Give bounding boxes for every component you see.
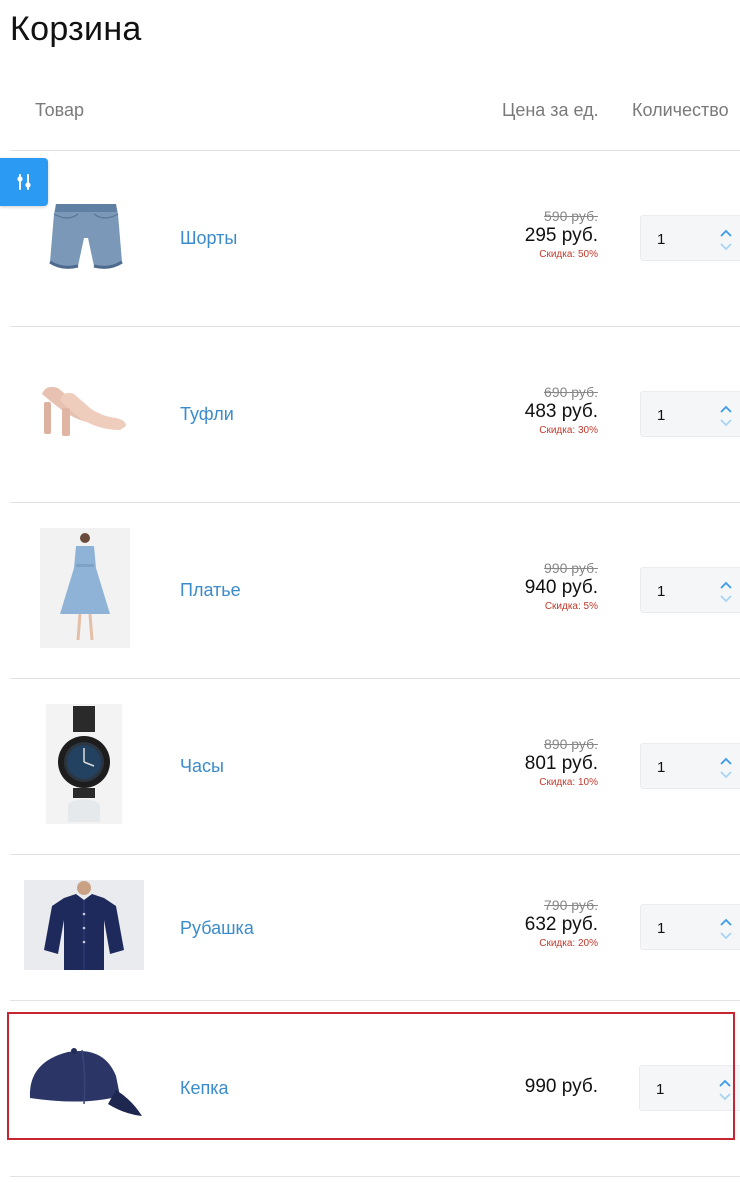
shorts-image[interactable] <box>48 200 124 272</box>
chevron-down-icon[interactable] <box>719 770 733 780</box>
current-price: 801 руб. <box>524 753 598 774</box>
column-header-price: Цена за ед. <box>502 100 599 120</box>
quantity-input[interactable] <box>641 392 729 438</box>
shirt-image[interactable] <box>24 880 144 970</box>
product-link-shirt[interactable]: Рубашка <box>180 918 254 939</box>
quantity-stepper <box>640 567 740 614</box>
product-link-dress[interactable]: Платье <box>180 580 241 601</box>
current-price: 632 руб. <box>524 914 598 935</box>
chevron-down-icon[interactable] <box>719 931 733 941</box>
old-price: 790 руб. <box>544 897 598 913</box>
quantity-input[interactable] <box>641 744 729 790</box>
cart-row: Рубашка 790 руб. 632 руб. Скидка: 20% <box>0 854 740 1000</box>
cart-row: Шорты 590 руб. 295 руб. Скидка: 50% <box>0 150 740 326</box>
quantity-stepper <box>640 743 740 790</box>
quantity-input[interactable] <box>641 216 729 262</box>
page-title: Корзина <box>10 10 142 48</box>
chevron-up-icon[interactable] <box>719 404 733 414</box>
price-block: 990 руб. 940 руб. Скидка: 5% <box>525 560 598 614</box>
product-link-shorts[interactable]: Шорты <box>180 228 237 249</box>
cart-row: Платье 990 руб. 940 руб. Скидка: 5% <box>0 502 740 678</box>
old-price: 990 руб. <box>544 560 598 576</box>
chevron-up-icon[interactable] <box>719 917 733 927</box>
old-price: 690 руб. <box>544 384 598 400</box>
discount-label: Скидка: 10% <box>539 777 598 788</box>
discount-label: Скидка: 30% <box>539 425 598 436</box>
old-price: 590 руб. <box>544 208 598 224</box>
chevron-down-icon[interactable] <box>719 594 733 604</box>
price-block: 890 руб. 801 руб. Скидка: 10% <box>525 736 598 790</box>
chevron-up-icon[interactable] <box>719 228 733 238</box>
discount-label: Скидка: 5% <box>544 601 598 612</box>
quantity-stepper <box>640 904 740 951</box>
quantity-stepper <box>640 391 740 438</box>
old-price: 890 руб. <box>544 736 598 752</box>
discount-label: Скидка: 20% <box>539 938 598 949</box>
chevron-down-icon[interactable] <box>719 418 733 428</box>
chevron-up-icon[interactable] <box>719 580 733 590</box>
quantity-input[interactable] <box>641 905 729 951</box>
cart-row: Туфли 690 руб. 483 руб. Скидка: 30% <box>0 326 740 502</box>
dress-image[interactable] <box>40 528 130 648</box>
quantity-input[interactable] <box>641 568 729 614</box>
watch-image[interactable] <box>46 704 122 824</box>
column-header-item: Товар <box>35 100 84 120</box>
product-link-shoes[interactable]: Туфли <box>180 404 234 425</box>
current-price: 295 руб. <box>524 225 598 246</box>
quantity-stepper <box>640 215 740 262</box>
current-price: 940 руб. <box>524 577 598 598</box>
discount-label: Скидка: 50% <box>539 249 598 260</box>
chevron-down-icon[interactable] <box>719 242 733 252</box>
column-header-quantity: Количество <box>632 100 729 120</box>
divider <box>10 1176 740 1177</box>
highlight-box <box>7 1012 735 1140</box>
price-block: 590 руб. 295 руб. Скидка: 50% <box>525 208 598 262</box>
cart-row: Часы 890 руб. 801 руб. Скидка: 10% <box>0 678 740 854</box>
product-link-watch[interactable]: Часы <box>180 756 224 777</box>
price-block: 690 руб. 483 руб. Скидка: 30% <box>525 384 598 438</box>
shoes-image[interactable] <box>38 380 130 438</box>
current-price: 483 руб. <box>524 401 598 422</box>
chevron-up-icon[interactable] <box>719 756 733 766</box>
price-block: 790 руб. 632 руб. Скидка: 20% <box>525 897 598 951</box>
